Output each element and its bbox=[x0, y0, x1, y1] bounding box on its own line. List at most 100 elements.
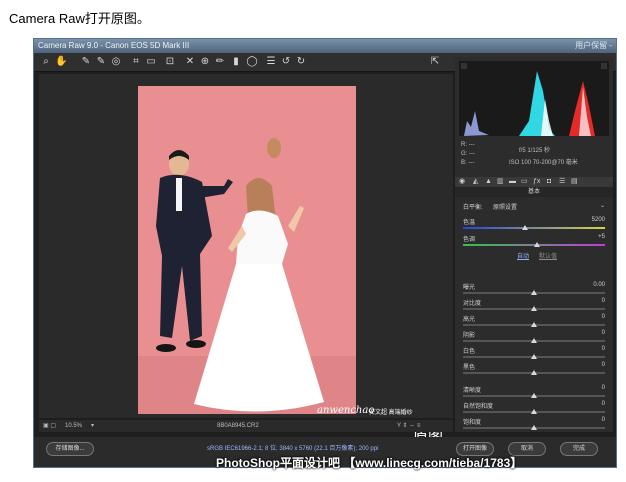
temp-label: 色温 bbox=[463, 220, 476, 226]
slider-value[interactable]: 0 bbox=[602, 362, 605, 368]
snapshots-tab-icon[interactable]: ▤ bbox=[571, 177, 578, 187]
shutter: 1/125 秒 bbox=[527, 148, 551, 154]
tint-label: 色调 bbox=[463, 237, 476, 243]
radial-filter-icon[interactable]: ◯ bbox=[246, 56, 258, 68]
slider-label: 清晰度 bbox=[463, 388, 482, 394]
slider-thumb[interactable] bbox=[531, 409, 537, 414]
camera-info: R: --- G: --- B: --- f/5 1/125 秒 ISO 100… bbox=[459, 139, 609, 175]
basic-tab-icon[interactable]: ◉ bbox=[459, 177, 465, 187]
temp-value[interactable]: 5200 bbox=[592, 217, 605, 223]
spot-removal-icon[interactable]: ✕ bbox=[184, 56, 196, 68]
highlight-clipping-icon[interactable] bbox=[601, 63, 607, 69]
view-toggle-icon[interactable]: ▣ ▢ bbox=[43, 420, 56, 432]
iso: ISO 100 bbox=[509, 160, 532, 166]
slider-value[interactable]: 0 bbox=[602, 330, 605, 336]
slider-thumb[interactable] bbox=[531, 338, 537, 343]
slider-value[interactable]: 0.00 bbox=[593, 282, 605, 288]
rgb-r: R: --- bbox=[461, 142, 475, 148]
graduated-filter-icon[interactable]: ▮ bbox=[230, 56, 242, 68]
detail-tab-icon[interactable]: ▲ bbox=[485, 177, 492, 187]
done-button[interactable]: 完成 bbox=[560, 442, 598, 456]
histogram bbox=[459, 61, 609, 136]
preview-status-bar: ▣ ▢ 10.5% ▾ 8B0A8945.CR2 Y ⇕ ⇔ ≡ bbox=[39, 420, 453, 432]
watermark-script: anwenchao bbox=[317, 405, 375, 416]
file-name: 8B0A8945.CR2 bbox=[217, 423, 259, 429]
panel-tabs: ◉ ◭ ▲ ▥ ▬ ▭ ƒx ◘ ☰ ▤ bbox=[455, 177, 613, 187]
adjust-brush-icon[interactable]: ✏ bbox=[214, 56, 226, 68]
zoom-dropdown-icon[interactable]: ▾ bbox=[91, 420, 94, 432]
slider-thumb[interactable] bbox=[531, 425, 537, 430]
slider-label: 阴影 bbox=[463, 333, 476, 339]
color-sampler-icon[interactable]: ✎ bbox=[95, 56, 107, 68]
rgb-b: B: --- bbox=[461, 160, 475, 166]
straighten-icon[interactable]: ▭ bbox=[145, 56, 157, 68]
slider-thumb[interactable] bbox=[531, 306, 537, 311]
slider-label: 白色 bbox=[463, 349, 476, 355]
title-bar: Camera Raw 9.0 - Canon EOS 5D Mark III 用… bbox=[34, 39, 616, 53]
auto-link[interactable]: 自动 bbox=[517, 251, 529, 260]
white-balance-icon[interactable]: ✎ bbox=[80, 56, 92, 68]
preferences-icon[interactable]: ☰ bbox=[265, 56, 277, 68]
fullscreen-icon[interactable]: ⇱ bbox=[429, 56, 441, 68]
zoom-level[interactable]: 10.5% bbox=[65, 420, 82, 432]
rgb-g: G: --- bbox=[461, 151, 475, 157]
window-title: Camera Raw 9.0 - Canon EOS 5D Mark III bbox=[38, 41, 190, 50]
slider-value[interactable]: 0 bbox=[602, 417, 605, 423]
aperture: f/5 bbox=[519, 148, 526, 154]
white-balance-label: 白平衡: bbox=[463, 205, 483, 211]
adjustment-panel: R: --- G: --- B: --- f/5 1/125 秒 ISO 100… bbox=[455, 57, 613, 432]
slider-value[interactable]: 0 bbox=[602, 401, 605, 407]
effects-tab-icon[interactable]: ƒx bbox=[533, 177, 540, 187]
shadow-clipping-icon[interactable] bbox=[461, 63, 467, 69]
zoom-icon[interactable]: ⌕ bbox=[40, 56, 52, 68]
crop-icon[interactable]: ⌗ bbox=[130, 56, 142, 68]
rotate-ccw-icon[interactable]: ↺ bbox=[280, 56, 292, 68]
rotate-cw-icon[interactable]: ↻ bbox=[295, 56, 307, 68]
target-adjust-icon[interactable]: ◎ bbox=[110, 56, 122, 68]
workflow-options-link[interactable]: sRGB IEC61966-2.1; 8 位; 3840 x 5760 (22.… bbox=[207, 443, 378, 452]
split-toning-tab-icon[interactable]: ▬ bbox=[509, 177, 516, 187]
slider-label: 高光 bbox=[463, 317, 476, 323]
slider-value[interactable]: 0 bbox=[602, 346, 605, 352]
slider-thumb[interactable] bbox=[531, 393, 537, 398]
tone-curve-tab-icon[interactable]: ◭ bbox=[473, 177, 478, 187]
tint-thumb[interactable] bbox=[533, 242, 540, 247]
hsl-tab-icon[interactable]: ▥ bbox=[497, 177, 504, 187]
slider-thumb[interactable] bbox=[531, 354, 537, 359]
before-after-icon[interactable]: Y ⇕ ⇔ ≡ bbox=[397, 420, 420, 432]
forum-watermark: PhotoShop平面设计吧 【www.linecg.com/tieba/178… bbox=[216, 456, 523, 470]
slider-label: 自然饱和度 bbox=[463, 404, 494, 410]
image-preview-area: anwenchao 安文超 高端婚纱 原图 bbox=[39, 74, 453, 446]
auto-default-row: 自动 默认值 bbox=[463, 251, 605, 260]
focal-length: 70-200@70 毫米 bbox=[532, 160, 578, 166]
save-image-button[interactable]: 存储图像... bbox=[46, 442, 94, 456]
red-eye-icon[interactable]: ⊕ bbox=[199, 56, 211, 68]
default-link[interactable]: 默认值 bbox=[539, 251, 557, 260]
basic-header: 基本 bbox=[455, 187, 613, 197]
temp-track[interactable] bbox=[463, 227, 605, 229]
wedding-photo bbox=[138, 86, 356, 414]
hand-icon[interactable]: ✋ bbox=[55, 56, 67, 68]
photo-illustration bbox=[138, 86, 356, 414]
watermark-brand: 安文超 高端婚纱 bbox=[369, 410, 413, 416]
slider-thumb[interactable] bbox=[531, 322, 537, 327]
slider-value[interactable]: 0 bbox=[602, 298, 605, 304]
slider-label: 黑色 bbox=[463, 365, 476, 371]
slider-value[interactable]: 0 bbox=[602, 314, 605, 320]
slider-thumb[interactable] bbox=[531, 290, 537, 295]
camera-calibration-tab-icon[interactable]: ◘ bbox=[547, 177, 551, 187]
slider-label: 饱和度 bbox=[463, 420, 482, 426]
window-title-right: 用户保留 - bbox=[575, 41, 612, 50]
presets-tab-icon[interactable]: ☰ bbox=[559, 177, 565, 187]
histogram-graph bbox=[461, 63, 607, 136]
tint-value[interactable]: +5 bbox=[598, 234, 605, 240]
chevron-down-icon[interactable]: ⌄ bbox=[600, 202, 605, 209]
page-caption: Camera Raw打开原图。 bbox=[9, 11, 150, 26]
lens-tab-icon[interactable]: ▭ bbox=[521, 177, 528, 187]
transform-icon[interactable]: ⊡ bbox=[164, 56, 176, 68]
slider-value[interactable]: 0 bbox=[602, 385, 605, 391]
slider-thumb[interactable] bbox=[531, 370, 537, 375]
temp-thumb[interactable] bbox=[522, 225, 529, 230]
white-balance-select[interactable]: 原照设置 bbox=[493, 202, 517, 211]
camera-raw-window: Camera Raw 9.0 - Canon EOS 5D Mark III 用… bbox=[33, 38, 617, 468]
